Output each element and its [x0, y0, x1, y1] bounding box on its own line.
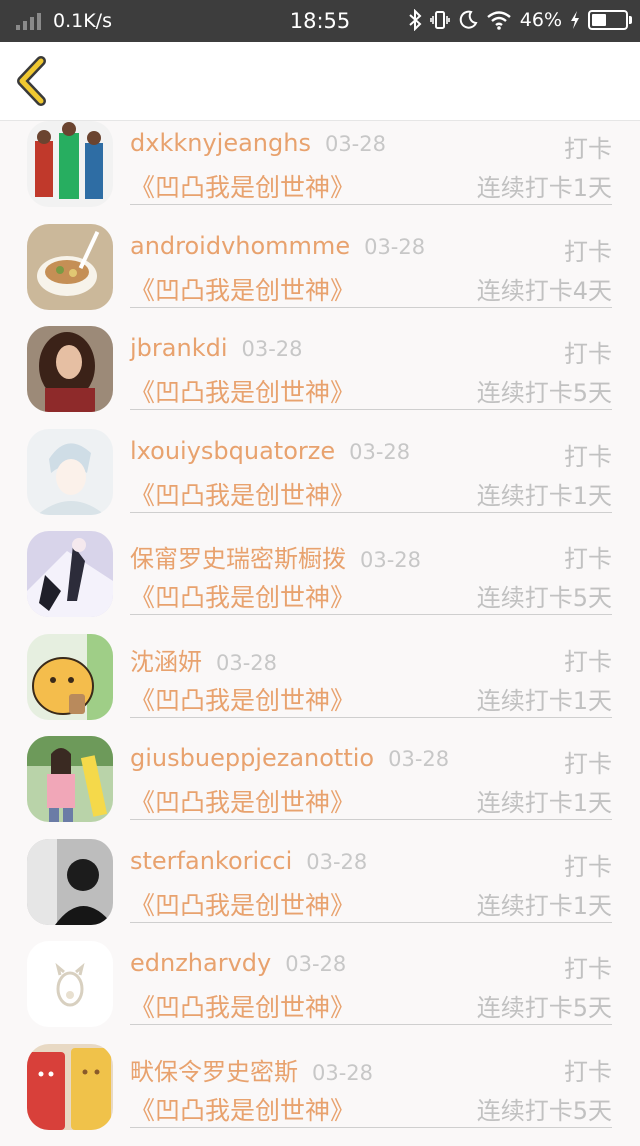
avatar[interactable]: [27, 1044, 113, 1130]
wifi-icon: [486, 10, 512, 30]
username[interactable]: 沈涵妍: [130, 648, 202, 676]
book-title[interactable]: 《凹凸我是创世神》: [130, 476, 355, 512]
list-item[interactable]: lxouiysbquatorze 03-28 打卡 《凹凸我是创世神》 连续打卡1…: [0, 429, 640, 532]
battery-percent: 46%: [520, 9, 562, 31]
book-title[interactable]: 《凹凸我是创世神》: [130, 988, 355, 1024]
divider: [130, 307, 612, 308]
book-title[interactable]: 《凹凸我是创世神》: [130, 271, 355, 307]
streak-label: 连续打卡5天: [477, 1091, 612, 1126]
avatar[interactable]: [27, 326, 113, 412]
date: 03-28: [364, 235, 425, 259]
vibrate-icon: [430, 9, 450, 31]
book-title[interactable]: 《凹凸我是创世神》: [130, 681, 355, 717]
divider: [130, 409, 612, 410]
bluetooth-icon: [408, 9, 422, 31]
date: 03-28: [216, 651, 277, 675]
date: 03-28: [388, 747, 449, 771]
book-title[interactable]: 《凹凸我是创世神》: [130, 373, 355, 409]
avatar[interactable]: [27, 531, 113, 617]
divider: [130, 819, 612, 820]
username[interactable]: jbrankdi: [130, 334, 228, 362]
divider: [130, 1127, 612, 1128]
charging-icon: [570, 10, 580, 30]
username[interactable]: giusbueppjezanottio: [130, 744, 374, 772]
book-title[interactable]: 《凹凸我是创世神》: [130, 168, 355, 204]
streak-label: 连续打卡1天: [477, 476, 612, 511]
action-label: 打卡: [564, 232, 612, 267]
list-item[interactable]: ednzharvdy 03-28 打卡 《凹凸我是创世神》 连续打卡5天: [0, 941, 640, 1044]
list-item[interactable]: dxkknyjeanghs 03-28 打卡 《凹凸我是创世神》 连续打卡1天: [0, 121, 640, 224]
list-item[interactable]: giusbueppjezanottio 03-28 打卡 《凹凸我是创世神》 连续…: [0, 736, 640, 839]
top-navigation-bar: [0, 42, 640, 121]
list-item[interactable]: 保甯罗史瑞密斯橱拨 03-28 打卡 《凹凸我是创世神》 连续打卡5天: [0, 531, 640, 634]
date: 03-28: [312, 1061, 373, 1085]
book-title[interactable]: 《凹凸我是创世神》: [130, 783, 355, 819]
action-label: 打卡: [564, 642, 612, 677]
date: 03-28: [325, 132, 386, 156]
list-item[interactable]: 沈涵妍 03-28 打卡 《凹凸我是创世神》 连续打卡1天: [0, 634, 640, 737]
book-title[interactable]: 《凹凸我是创世神》: [130, 578, 355, 614]
avatar[interactable]: [27, 634, 113, 720]
username[interactable]: 畎保令罗史密斯: [130, 1058, 298, 1086]
list-item[interactable]: androidvhommme 03-28 打卡 《凹凸我是创世神》 连续打卡4天: [0, 224, 640, 327]
checkin-list: dxkknyjeanghs 03-28 打卡 《凹凸我是创世神》 连续打卡1天 a…: [0, 121, 640, 1146]
streak-label: 连续打卡5天: [477, 373, 612, 408]
action-label: 打卡: [564, 1052, 612, 1087]
chevron-left-icon: [12, 56, 56, 106]
date: 03-28: [306, 850, 367, 874]
status-bar: 0.1K/s 18:55 46%: [0, 0, 640, 42]
avatar[interactable]: [27, 736, 113, 822]
streak-label: 连续打卡4天: [477, 271, 612, 306]
username[interactable]: 保甯罗史瑞密斯橱拨: [130, 545, 346, 573]
streak-label: 连续打卡1天: [477, 168, 612, 203]
action-label: 打卡: [564, 949, 612, 984]
date: 03-28: [349, 440, 410, 464]
date: 03-28: [242, 337, 303, 361]
avatar[interactable]: [27, 429, 113, 515]
action-label: 打卡: [564, 539, 612, 574]
book-title[interactable]: 《凹凸我是创世神》: [130, 1091, 355, 1127]
list-item[interactable]: sterfankoricci 03-28 打卡 《凹凸我是创世神》 连续打卡1天: [0, 839, 640, 942]
battery-icon: [588, 10, 628, 30]
avatar[interactable]: [27, 839, 113, 925]
divider: [130, 204, 612, 205]
back-button[interactable]: [12, 56, 56, 106]
avatar[interactable]: [27, 941, 113, 1027]
divider: [130, 717, 612, 718]
streak-label: 连续打卡5天: [477, 988, 612, 1023]
avatar[interactable]: [27, 121, 113, 207]
list-item[interactable]: 畎保令罗史密斯 03-28 打卡 《凹凸我是创世神》 连续打卡5天: [0, 1044, 640, 1146]
streak-label: 连续打卡1天: [477, 886, 612, 921]
action-label: 打卡: [564, 744, 612, 779]
username[interactable]: androidvhommme: [130, 232, 350, 260]
list-item[interactable]: jbrankdi 03-28 打卡 《凹凸我是创世神》 连续打卡5天: [0, 326, 640, 429]
action-label: 打卡: [564, 437, 612, 472]
streak-label: 连续打卡1天: [477, 681, 612, 716]
book-title[interactable]: 《凹凸我是创世神》: [130, 886, 355, 922]
avatar[interactable]: [27, 224, 113, 310]
divider: [130, 1024, 612, 1025]
username[interactable]: lxouiysbquatorze: [130, 437, 335, 465]
streak-label: 连续打卡5天: [477, 578, 612, 613]
username[interactable]: ednzharvdy: [130, 949, 271, 977]
username[interactable]: sterfankoricci: [130, 847, 292, 875]
moon-icon: [458, 10, 478, 30]
streak-label: 连续打卡1天: [477, 783, 612, 818]
divider: [130, 922, 612, 923]
divider: [130, 512, 612, 513]
date: 03-28: [360, 548, 421, 572]
action-label: 打卡: [564, 129, 612, 164]
action-label: 打卡: [564, 847, 612, 882]
divider: [130, 614, 612, 615]
date: 03-28: [285, 952, 346, 976]
action-label: 打卡: [564, 334, 612, 369]
username[interactable]: dxkknyjeanghs: [130, 129, 311, 157]
